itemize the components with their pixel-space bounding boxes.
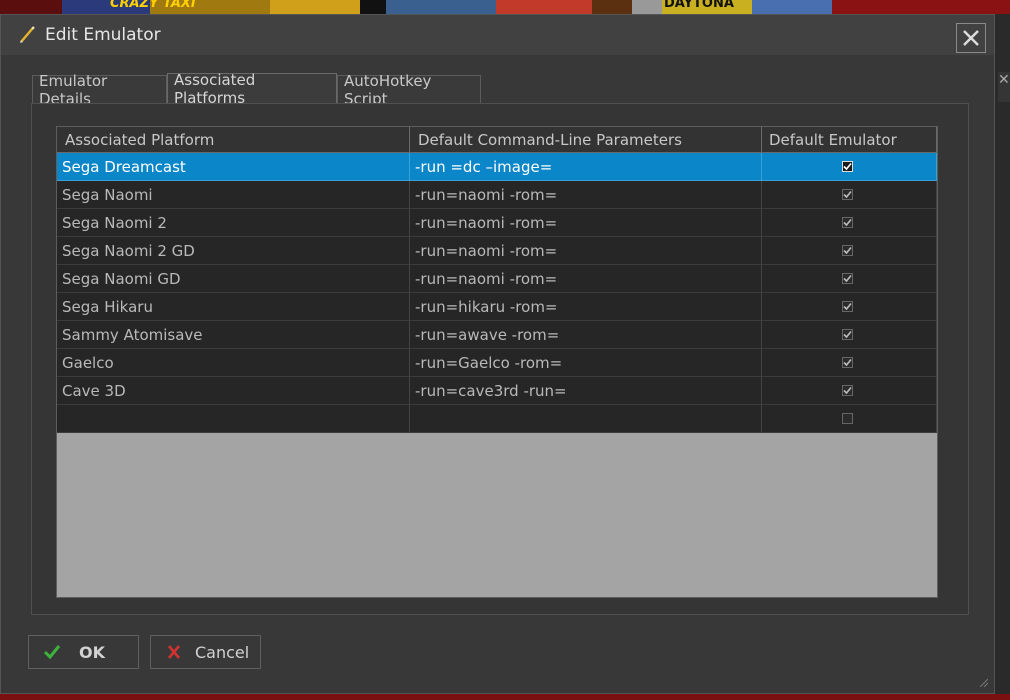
default-emulator-checkbox[interactable] [841, 245, 853, 256]
checkmark-icon [842, 386, 852, 395]
resize-grip-icon[interactable] [978, 677, 988, 687]
platform-cell[interactable]: Sega Naomi 2 [57, 209, 410, 237]
platforms-table: Associated Platform Default Command-Line… [56, 126, 938, 598]
ok-button-label: OK [79, 642, 105, 662]
table-row[interactable]: Sega Naomi 2 GD -run=naomi -rom= [57, 237, 937, 265]
table-row[interactable]: Sega Dreamcast -run =dc –image= [57, 153, 937, 181]
background-banner-left: CRAZY TAXI [62, 0, 196, 14]
params-cell[interactable]: -run=Gaelco -rom= [410, 349, 762, 377]
table-row[interactable]: Gaelco -run=Gaelco -rom= [57, 349, 937, 377]
default-cell [762, 209, 937, 237]
params-cell[interactable]: -run=naomi -rom= [410, 237, 762, 265]
default-emulator-checkbox[interactable] [841, 385, 853, 396]
background-close-icon: ✕ [998, 72, 1010, 102]
checkmark-icon [842, 330, 852, 339]
params-cell[interactable] [410, 405, 762, 433]
tab-associated-platforms[interactable]: Associated Platforms [167, 71, 337, 107]
platform-cell[interactable] [57, 405, 410, 433]
table-body: Sega Dreamcast -run =dc –image= Sega Naomi… [57, 153, 937, 433]
platform-cell[interactable]: Gaelco [57, 349, 410, 377]
background-banner-right: DAYTONA [662, 0, 752, 14]
table-row[interactable]: Sega Naomi GD -run=naomi -rom= [57, 265, 937, 293]
platform-cell[interactable]: Sega Dreamcast [57, 153, 410, 181]
params-cell[interactable]: -run=cave3rd -run= [410, 377, 762, 405]
params-cell[interactable]: -run=naomi -rom= [410, 209, 762, 237]
platform-cell[interactable]: Sega Hikaru [57, 293, 410, 321]
table-row[interactable]: Sega Naomi 2 -run=naomi -rom= [57, 209, 937, 237]
tab-autohotkey-script[interactable]: AutoHotkey Script [337, 72, 481, 108]
table-row[interactable] [57, 405, 937, 433]
tab-label: Associated Platforms [174, 71, 256, 107]
default-emulator-checkbox[interactable] [841, 357, 853, 368]
edit-emulator-dialog: Edit Emulator Emulator Details Associate… [0, 14, 995, 694]
checkmark-icon [842, 190, 852, 199]
default-emulator-checkbox[interactable] [841, 273, 853, 284]
params-cell[interactable]: -run =dc –image= [410, 153, 762, 181]
default-cell [762, 377, 937, 405]
default-emulator-checkbox[interactable] [841, 329, 853, 340]
checkmark-icon [842, 274, 852, 283]
params-cell[interactable]: -run=naomi -rom= [410, 181, 762, 209]
default-cell [762, 181, 937, 209]
table-row[interactable]: Sega Hikaru -run=hikaru -rom= [57, 293, 937, 321]
checkmark-icon [842, 218, 852, 227]
checkmark-icon [43, 645, 61, 660]
params-cell[interactable]: -run=awave -rom= [410, 321, 762, 349]
table-row[interactable]: Sega Naomi -run=naomi -rom= [57, 181, 937, 209]
default-emulator-checkbox[interactable] [841, 217, 853, 228]
params-cell[interactable]: -run=naomi -rom= [410, 265, 762, 293]
platform-cell[interactable]: Cave 3D [57, 377, 410, 405]
column-header-default[interactable]: Default Emulator [762, 127, 937, 153]
platform-cell[interactable]: Sammy Atomisave [57, 321, 410, 349]
cancel-button[interactable]: Cancel [150, 635, 261, 669]
default-emulator-checkbox[interactable] [841, 413, 853, 424]
default-emulator-checkbox[interactable] [841, 189, 853, 200]
pencil-icon [20, 26, 35, 43]
default-cell [762, 293, 937, 321]
checkmark-icon [842, 162, 852, 171]
default-emulator-checkbox[interactable] [841, 161, 853, 172]
default-cell [762, 237, 937, 265]
default-cell [762, 349, 937, 377]
dialog-title: Edit Emulator [45, 25, 161, 45]
platform-cell[interactable]: Sega Naomi GD [57, 265, 410, 293]
title-bar: Edit Emulator [1, 15, 994, 55]
close-button[interactable] [956, 23, 986, 53]
close-icon [963, 30, 979, 46]
ok-button[interactable]: OK [28, 635, 139, 669]
checkmark-icon [842, 246, 852, 255]
table-header: Associated Platform Default Command-Line… [57, 127, 937, 153]
x-icon [168, 645, 180, 659]
background-bottom-strip [0, 694, 1010, 700]
params-cell[interactable]: -run=hikaru -rom= [410, 293, 762, 321]
table-row[interactable]: Cave 3D -run=cave3rd -run= [57, 377, 937, 405]
platform-cell[interactable]: Sega Naomi [57, 181, 410, 209]
cancel-button-label: Cancel [195, 642, 250, 662]
table-row[interactable]: Sammy Atomisave -run=awave -rom= [57, 321, 937, 349]
column-header-platform[interactable]: Associated Platform [57, 127, 410, 153]
background-window-edge: ✕ [995, 14, 1010, 700]
default-cell [762, 265, 937, 293]
column-header-params[interactable]: Default Command-Line Parameters [410, 127, 762, 153]
tab-emulator-details[interactable]: Emulator Details [32, 72, 167, 108]
platform-cell[interactable]: Sega Naomi 2 GD [57, 237, 410, 265]
default-cell [762, 321, 937, 349]
default-emulator-checkbox[interactable] [841, 301, 853, 312]
checkmark-icon [842, 302, 852, 311]
checkmark-icon [842, 358, 852, 367]
default-cell [762, 153, 937, 181]
default-cell [762, 405, 937, 433]
background-game-strip: CRAZY TAXI DAYTONA [0, 0, 1010, 14]
